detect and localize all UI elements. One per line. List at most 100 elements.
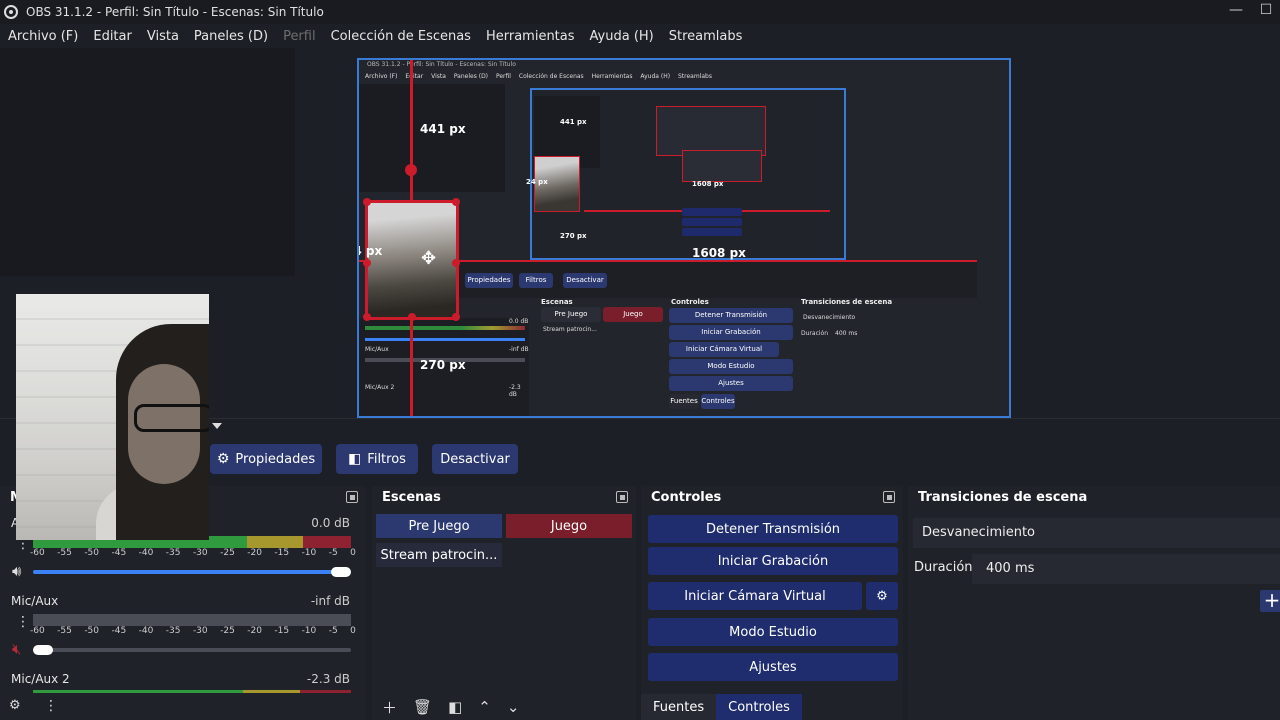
menu-ayuda[interactable]: Ayuda (H)	[590, 29, 654, 44]
nested-px-right-large: 1608 px	[692, 246, 746, 260]
scale-tick: 0	[350, 548, 356, 558]
deactivate-label: Desactivar	[440, 451, 510, 467]
scale-tick: -45	[111, 548, 127, 558]
nested-selection-box	[682, 150, 762, 182]
resize-handle[interactable]	[363, 259, 371, 267]
preview-canvas[interactable]: OBS 31.1.2 - Perfil: Sin Título - Escena…	[357, 58, 1011, 418]
inner-dark-region	[359, 84, 505, 192]
transition-select[interactable]: Desvanecimiento	[913, 518, 1280, 548]
dock-tabs: Fuentes Controles	[641, 694, 802, 720]
inner-duration-label: Duración	[801, 330, 829, 337]
mixer-settings-icon[interactable]: ⚙	[9, 698, 21, 713]
float-dock-icon[interactable]	[346, 491, 358, 503]
scene-filters-icon[interactable]: ◧	[448, 698, 462, 716]
meter-red	[303, 536, 351, 548]
controls-title: Controles	[651, 490, 722, 505]
meter-scale: -60 -55 -50 -45 -40 -35 -30 -25 -20 -15 -10 -5 0	[30, 626, 356, 636]
channel-meter	[33, 614, 351, 626]
resize-handle[interactable]	[452, 259, 460, 267]
window-title: OBS 31.1.2 - Perfil: Sin Título - Escena…	[26, 5, 324, 19]
inner-controls-title: Controles	[671, 298, 709, 306]
float-dock-icon[interactable]	[883, 491, 895, 503]
resize-handle[interactable]	[452, 313, 460, 321]
nested-button	[682, 228, 742, 236]
add-scene-icon[interactable]: ＋	[382, 697, 397, 718]
duration-input[interactable]: 400 ms	[972, 554, 1280, 584]
collapse-arrow-icon[interactable]	[212, 423, 222, 429]
inner-menu-item: Streamlabs	[677, 73, 712, 80]
scene-item[interactable]: Stream patrocin...	[376, 543, 502, 567]
deactivate-button[interactable]: Desactivar	[432, 444, 518, 474]
scale-tick: -35	[165, 626, 181, 636]
inner-menu-item: Ayuda (H)	[640, 73, 671, 80]
filters-label: Filtros	[367, 451, 406, 467]
menu-streamlabs[interactable]: Streamlabs	[669, 29, 743, 44]
scale-tick: -10	[301, 626, 317, 636]
channel-db: -inf dB	[310, 594, 350, 608]
muted-speaker-icon[interactable]: 🔇︎	[12, 640, 21, 658]
webcam-person-glasses	[134, 404, 209, 432]
properties-button[interactable]: ⚙ Propiedades	[210, 444, 322, 474]
inner-scene-item-active: Juego	[603, 307, 663, 322]
filters-button[interactable]: ◧ Filtros	[336, 444, 418, 474]
stop-stream-button[interactable]: Detener Transmisión	[648, 515, 898, 543]
distance-left-label: 24 px	[359, 244, 383, 258]
move-up-icon[interactable]: ⌃	[478, 698, 491, 716]
float-dock-icon[interactable]	[616, 491, 628, 503]
webcam-source-selection[interactable]	[363, 198, 460, 321]
move-down-icon[interactable]: ⌄	[507, 698, 520, 716]
scenes-toolbar: ＋ 🗑︎ ◧ ⌃ ⌄	[372, 694, 636, 720]
scale-tick: -40	[138, 548, 154, 558]
menu-archivo[interactable]: Archivo (F)	[8, 29, 78, 44]
guide-handle[interactable]	[405, 164, 417, 176]
menu-vista[interactable]: Vista	[147, 29, 179, 44]
volume-slider[interactable]	[33, 570, 351, 574]
inner-scene-item: Pre Juego	[541, 307, 601, 322]
virtual-camera-button[interactable]: Iniciar Cámara Virtual	[648, 582, 862, 610]
resize-handle[interactable]	[408, 313, 416, 321]
maximize-button[interactable]: ☐	[1256, 2, 1276, 18]
inner-tab-controls: Controles	[701, 394, 735, 409]
speaker-icon[interactable]: 🔊︎	[12, 562, 21, 580]
menu-editar[interactable]: Editar	[93, 29, 132, 44]
distance-top-label: 441 px	[420, 122, 466, 136]
resize-handle[interactable]	[363, 313, 371, 321]
start-recording-button[interactable]: Iniciar Grabación	[648, 547, 898, 575]
menu-bar: Archivo (F) Editar Vista Paneles (D) Per…	[0, 24, 1280, 48]
studio-mode-button[interactable]: Modo Estudio	[648, 618, 898, 646]
menu-paneles[interactable]: Paneles (D)	[194, 29, 268, 44]
volume-slider[interactable]	[33, 648, 351, 652]
gear-icon: ⚙	[216, 451, 230, 467]
mixer-menu-icon[interactable]: ⋮	[44, 698, 58, 714]
volume-knob[interactable]	[33, 645, 53, 655]
nested-button	[682, 208, 742, 216]
title-bar: OBS 31.1.2 - Perfil: Sin Título - Escena…	[0, 0, 1280, 24]
menu-coleccion-escenas[interactable]: Colección de Escenas	[331, 29, 471, 44]
scene-item[interactable]: Pre Juego	[376, 514, 502, 538]
scale-tick: -25	[220, 626, 235, 636]
scale-tick: -15	[274, 548, 290, 558]
volume-knob[interactable]	[331, 567, 351, 577]
inner-transition-select: Desvanecimiento	[803, 314, 856, 321]
add-transition-icon[interactable]: +	[1260, 590, 1280, 612]
virtual-camera-settings-button[interactable]: ⚙	[866, 582, 898, 610]
tab-controles[interactable]: Controles	[716, 694, 802, 720]
scene-item-active[interactable]: Juego	[506, 514, 632, 538]
inner-tab-sources: Fuentes	[669, 394, 699, 409]
inner-duration-value: 400 ms	[835, 330, 858, 337]
scale-tick: -15	[274, 626, 290, 636]
inner-volume	[365, 338, 525, 341]
nested-preview: 441 px 24 px 270 px 1608 px 1608 px	[526, 88, 846, 260]
resize-handle[interactable]	[363, 198, 371, 206]
inner-window-title: OBS 31.1.2 - Perfil: Sin Título - Escena…	[367, 61, 516, 68]
channel-menu-icon[interactable]: ⋮	[16, 614, 30, 630]
tab-fuentes[interactable]: Fuentes	[641, 694, 717, 720]
nested-px-top: 441 px	[560, 118, 587, 126]
menu-perfil[interactable]: Perfil	[283, 29, 316, 44]
settings-button[interactable]: Ajustes	[648, 653, 898, 681]
resize-handle[interactable]	[452, 198, 460, 206]
menu-herramientas[interactable]: Herramientas	[486, 29, 575, 44]
remove-scene-icon[interactable]: 🗑︎	[413, 698, 432, 716]
scale-tick: -60	[30, 626, 45, 636]
minimize-button[interactable]: —	[1226, 2, 1246, 18]
